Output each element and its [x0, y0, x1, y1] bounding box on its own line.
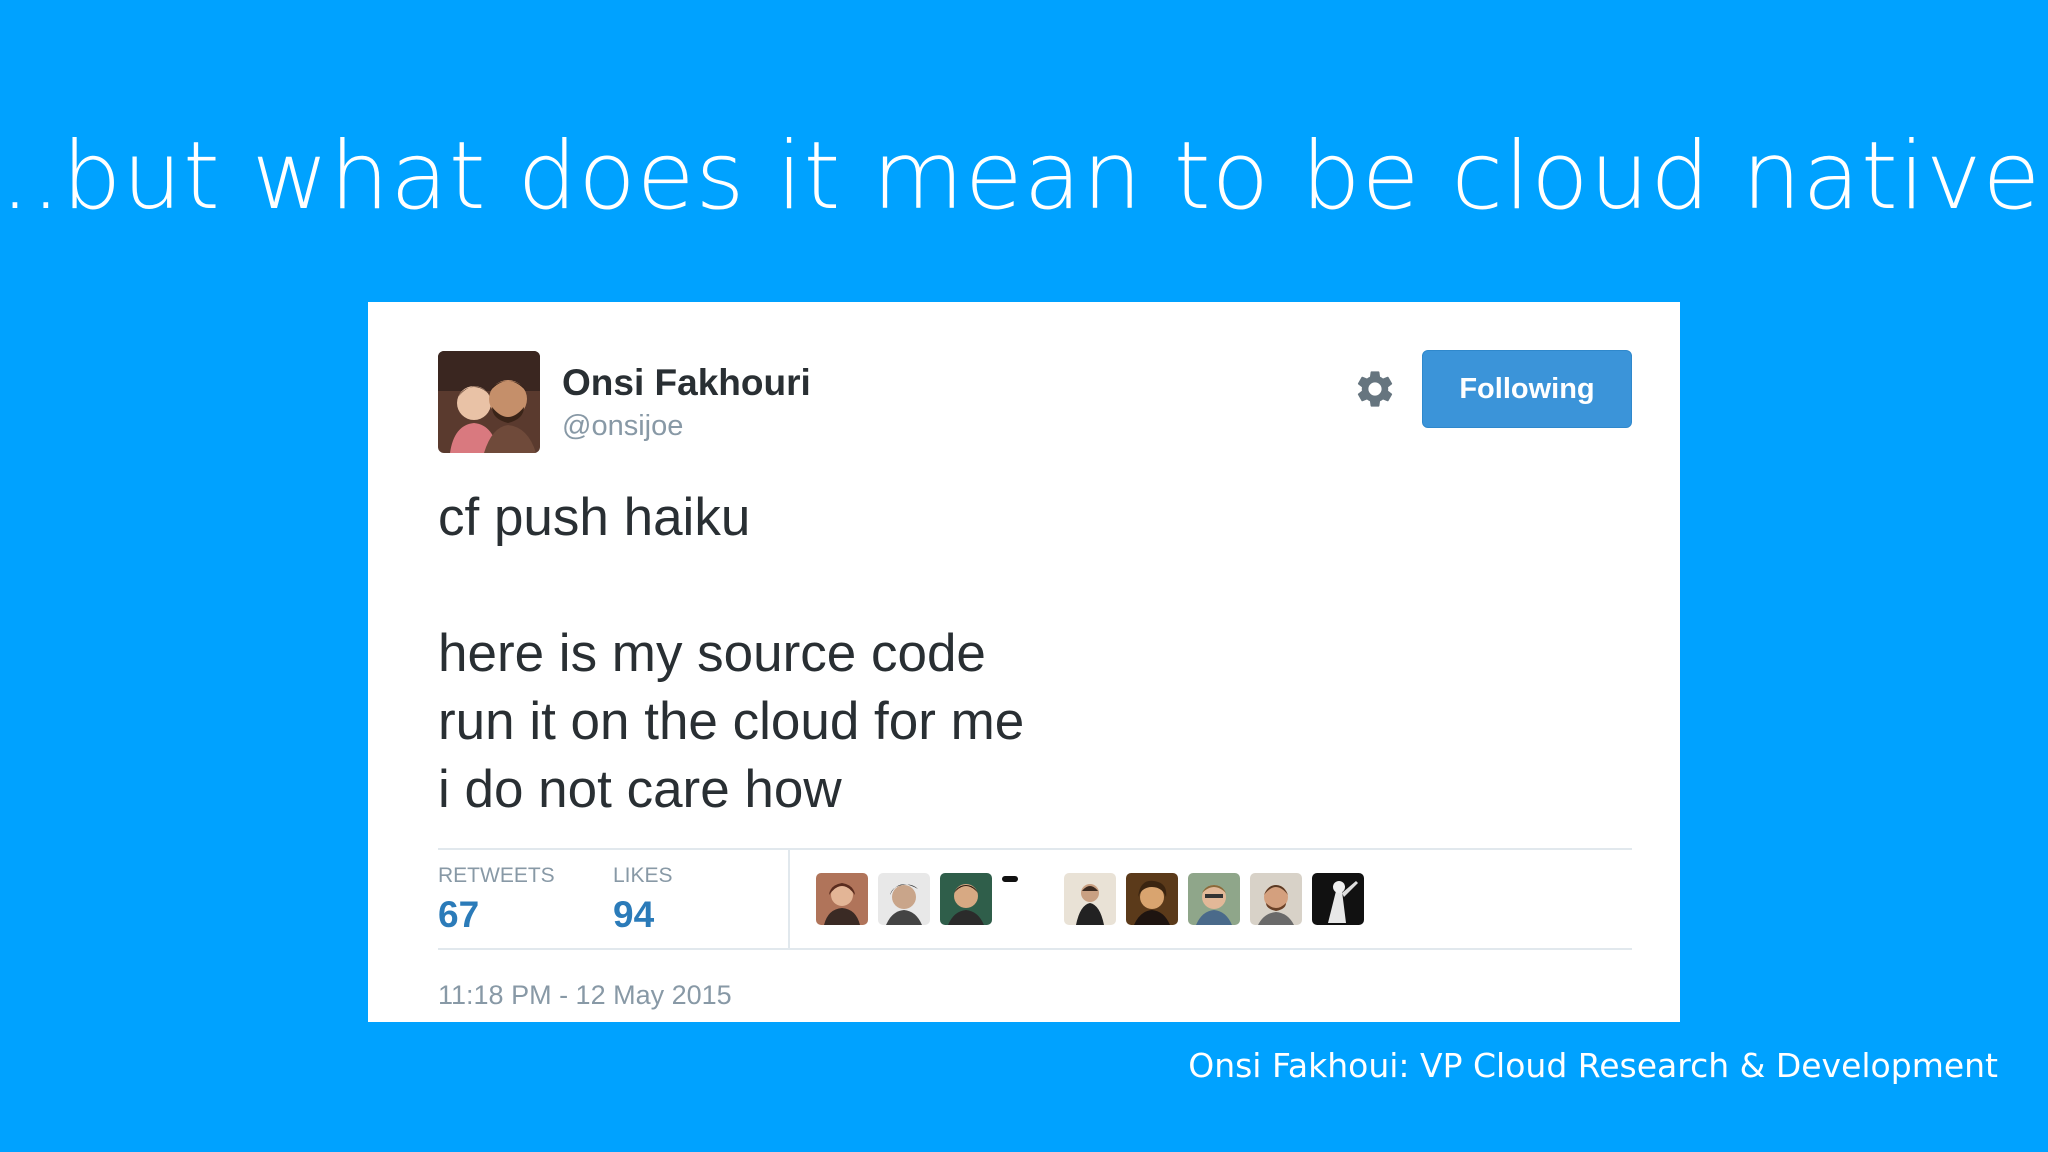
liker-avatar[interactable] — [878, 873, 930, 925]
tweet-text-line: i do not care how — [438, 760, 842, 819]
liker-avatar[interactable] — [1250, 873, 1302, 925]
tweet-timestamp[interactable]: 11:18 PM - 12 May 2015 — [438, 980, 732, 1011]
likes-count[interactable]: 94 — [613, 894, 654, 936]
retweets-count[interactable]: 67 — [438, 894, 479, 936]
author-handle[interactable]: @onsijoe — [562, 410, 683, 443]
tweet-card: Onsi Fakhouri @onsijoe Following cf push… — [368, 302, 1680, 1022]
tweet-text-line: here is my source code — [438, 624, 986, 683]
liker-avatar[interactable] — [1064, 873, 1116, 925]
slide-footer: Onsi Fakhoui: VP Cloud Research & Develo… — [1188, 1046, 1998, 1085]
retweets-label[interactable]: RETWEETS — [438, 864, 555, 888]
likes-label[interactable]: LIKES — [613, 864, 673, 888]
author-name[interactable]: Onsi Fakhouri — [562, 362, 811, 404]
stats-vertical-divider — [788, 850, 790, 948]
following-button[interactable]: Following — [1422, 350, 1632, 428]
author-avatar[interactable] — [438, 351, 540, 453]
liker-avatar[interactable] — [1312, 873, 1364, 925]
stats-divider-bottom — [438, 948, 1632, 950]
liker-avatar[interactable] — [940, 873, 992, 925]
slide-title: ..but what does it mean to be cloud nati… — [0, 122, 2048, 231]
liker-avatar[interactable] — [1188, 873, 1240, 925]
tweet-text: cf push haiku here is my source code run… — [438, 484, 1588, 824]
liker-avatar[interactable] — [1126, 873, 1178, 925]
tweet-text-line: cf push haiku — [438, 488, 751, 547]
liker-avatar[interactable] — [816, 873, 868, 925]
liker-avatar[interactable] — [1002, 876, 1018, 882]
tweet-text-line — [438, 552, 1588, 620]
gear-icon[interactable] — [1353, 367, 1397, 411]
tweet-text-line: run it on the cloud for me — [438, 692, 1025, 751]
stats-divider-top — [438, 848, 1632, 850]
